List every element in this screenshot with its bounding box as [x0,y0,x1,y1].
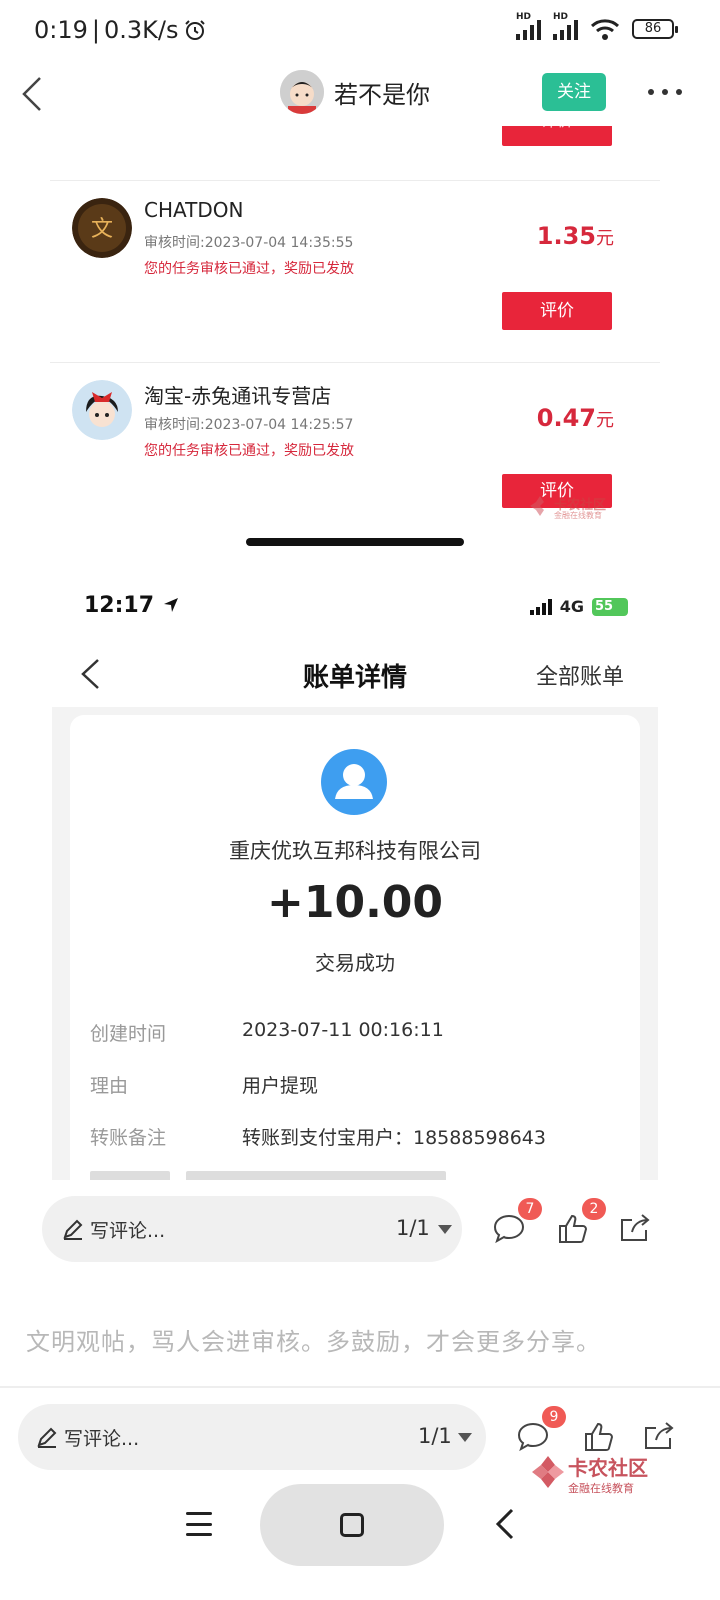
detail-value: 用户提现 [242,1075,319,1097]
task-time: 审核时间:2023-07-04 14:35:55 [144,235,354,251]
system-nav-bar [0,1484,720,1570]
amount-unit: 元 [596,410,614,431]
ios-signal-icon [529,598,552,615]
comment-input[interactable]: 写评论... 1/1 [18,1404,486,1470]
caret-down-icon[interactable] [458,1433,472,1442]
alarm-icon [184,20,205,40]
amount-value: 1.35 [536,222,596,250]
detail-key: 创建时间 [90,1023,167,1045]
status-bar: 0:19 | 0.3K/s HD HD 86 [0,0,720,60]
comment-count-badge: 9 [542,1406,566,1428]
detail-value: 2023-07-11 00:16:11 [242,1019,444,1041]
author-info[interactable]: 若不是你 [280,70,430,114]
detail-row: 转账备注 转账到支付宝用户：18588598643 [90,1123,630,1153]
ios-battery-icon: 55 [592,597,628,616]
home-button[interactable] [260,1484,444,1566]
shop-avatar [72,380,132,440]
cut-off-row [90,1171,510,1180]
pen-icon [63,1219,83,1240]
wifi-icon [590,19,620,40]
share-icon[interactable] [642,1420,676,1454]
status-left: 0:19 | 0.3K/s [34,16,207,44]
post-nav-bar: 若不是你 关注 [0,62,720,126]
location-icon [163,598,178,612]
caret-down-icon[interactable] [438,1225,452,1234]
ios-network-label: 4G [559,597,584,616]
like-count-badge: 2 [582,1198,606,1220]
comment-placeholder: 写评论... [90,1220,166,1242]
bill-header: 账单详情 全部账单 [52,645,658,701]
page-indicator[interactable]: 1/1 [396,1216,430,1240]
home-square-icon [340,1513,364,1537]
detail-key: 理由 [90,1075,129,1097]
detail-value: 转账到支付宝用户：18588598643 [242,1127,546,1149]
amount-value: 0.47 [536,404,596,432]
review-button-partial: 评价 [502,126,612,146]
bill-amount: +10.00 [266,877,444,928]
svg-text:文: 文 [91,217,113,242]
hd-label-2: HD [553,12,569,22]
bill-card: 重庆优玖互邦科技有限公司 +10.00 交易成功 创建时间 2023-07-11… [70,715,640,1180]
bill-status: 交易成功 [315,951,395,975]
detail-key: 转账备注 [90,1127,167,1149]
task-amount: 0.47元 [537,404,614,432]
ios-time-text: 12:17 [84,593,155,618]
embedded-screenshot-tasks: 评价 文 CHATDON 审核时间:2023-07-04 14:35:55 您的… [50,126,660,556]
comment-placeholder: 写评论... [64,1428,140,1450]
embedded-home-indicator [246,538,464,546]
detail-row: 理由 用户提现 [90,1071,630,1101]
back-nav-icon[interactable] [494,1506,516,1542]
author-name[interactable]: 若不是你 [334,75,430,110]
task-time: 审核时间:2023-07-04 14:25:57 [144,417,354,433]
watermark: 卡农社区 金融在线教育 [528,494,618,524]
detail-row: 创建时间 2023-07-11 00:16:11 [90,1019,630,1049]
comment-input-upper[interactable]: 写评论... 1/1 [42,1196,462,1262]
divider [50,180,660,181]
task-status: 您的任务审核已通过，奖励已发放 [144,261,354,277]
share-icon[interactable] [618,1212,652,1246]
civility-notice: 文明观帖，骂人会进审核。多鼓励，才会更多分享。 [26,1328,601,1356]
status-divider: | [91,16,100,44]
watermark-logo-icon [530,496,544,516]
like-icon[interactable] [582,1420,616,1454]
more-icon[interactable] [648,82,682,102]
embedded-screenshot-bill: 12:17 4G 55 账单详情 全部账单 重庆优玖互邦科技有限公司 +10.0… [52,565,658,1180]
ios-time: 12:17 [84,593,180,618]
status-right: HD HD 86 [516,12,678,40]
comment-count-badge: 7 [518,1198,542,1220]
status-time: 0:19 [34,16,88,44]
menu-icon[interactable] [186,1512,212,1536]
all-bills-link: 全部账单 [535,665,624,690]
watermark-sub: 金融在线教育 [554,511,602,520]
hd-label-1: HD [516,12,532,22]
task-status: 您的任务审核已通过，奖励已发放 [144,443,354,459]
signal-icon-2: HD [553,12,578,40]
comment-bar-upper: 写评论... 1/1 7 2 [42,1196,682,1262]
watermark-name: 卡农社区 [568,1456,648,1480]
author-avatar[interactable] [280,70,324,114]
signal-icon-1: HD [516,12,541,40]
page-indicator[interactable]: 1/1 [418,1424,452,1448]
task-title: CHATDON [144,198,244,222]
payer-name: 重庆优玖互邦科技有限公司 [229,839,481,863]
task-item: 文 CHATDON 审核时间:2023-07-04 14:35:55 您的任务审… [50,182,660,362]
task-amount: 1.35元 [537,222,614,250]
shop-avatar: 文 [72,198,132,258]
review-button: 评价 [502,292,612,330]
follow-button[interactable]: 关注 [542,73,606,111]
task-title: 淘宝-赤兔通讯专营店 [144,384,332,408]
pen-icon [37,1427,57,1448]
divider [0,1386,720,1388]
payer-avatar-icon [321,749,387,815]
net-speed: 0.3K/s [104,16,179,44]
amount-unit: 元 [596,228,614,249]
battery-icon: 86 [632,19,678,39]
ios-status-right: 4G 55 [529,597,628,616]
divider [50,362,660,363]
back-icon[interactable] [18,76,50,112]
ios-status-bar: 12:17 4G 55 [52,565,658,625]
